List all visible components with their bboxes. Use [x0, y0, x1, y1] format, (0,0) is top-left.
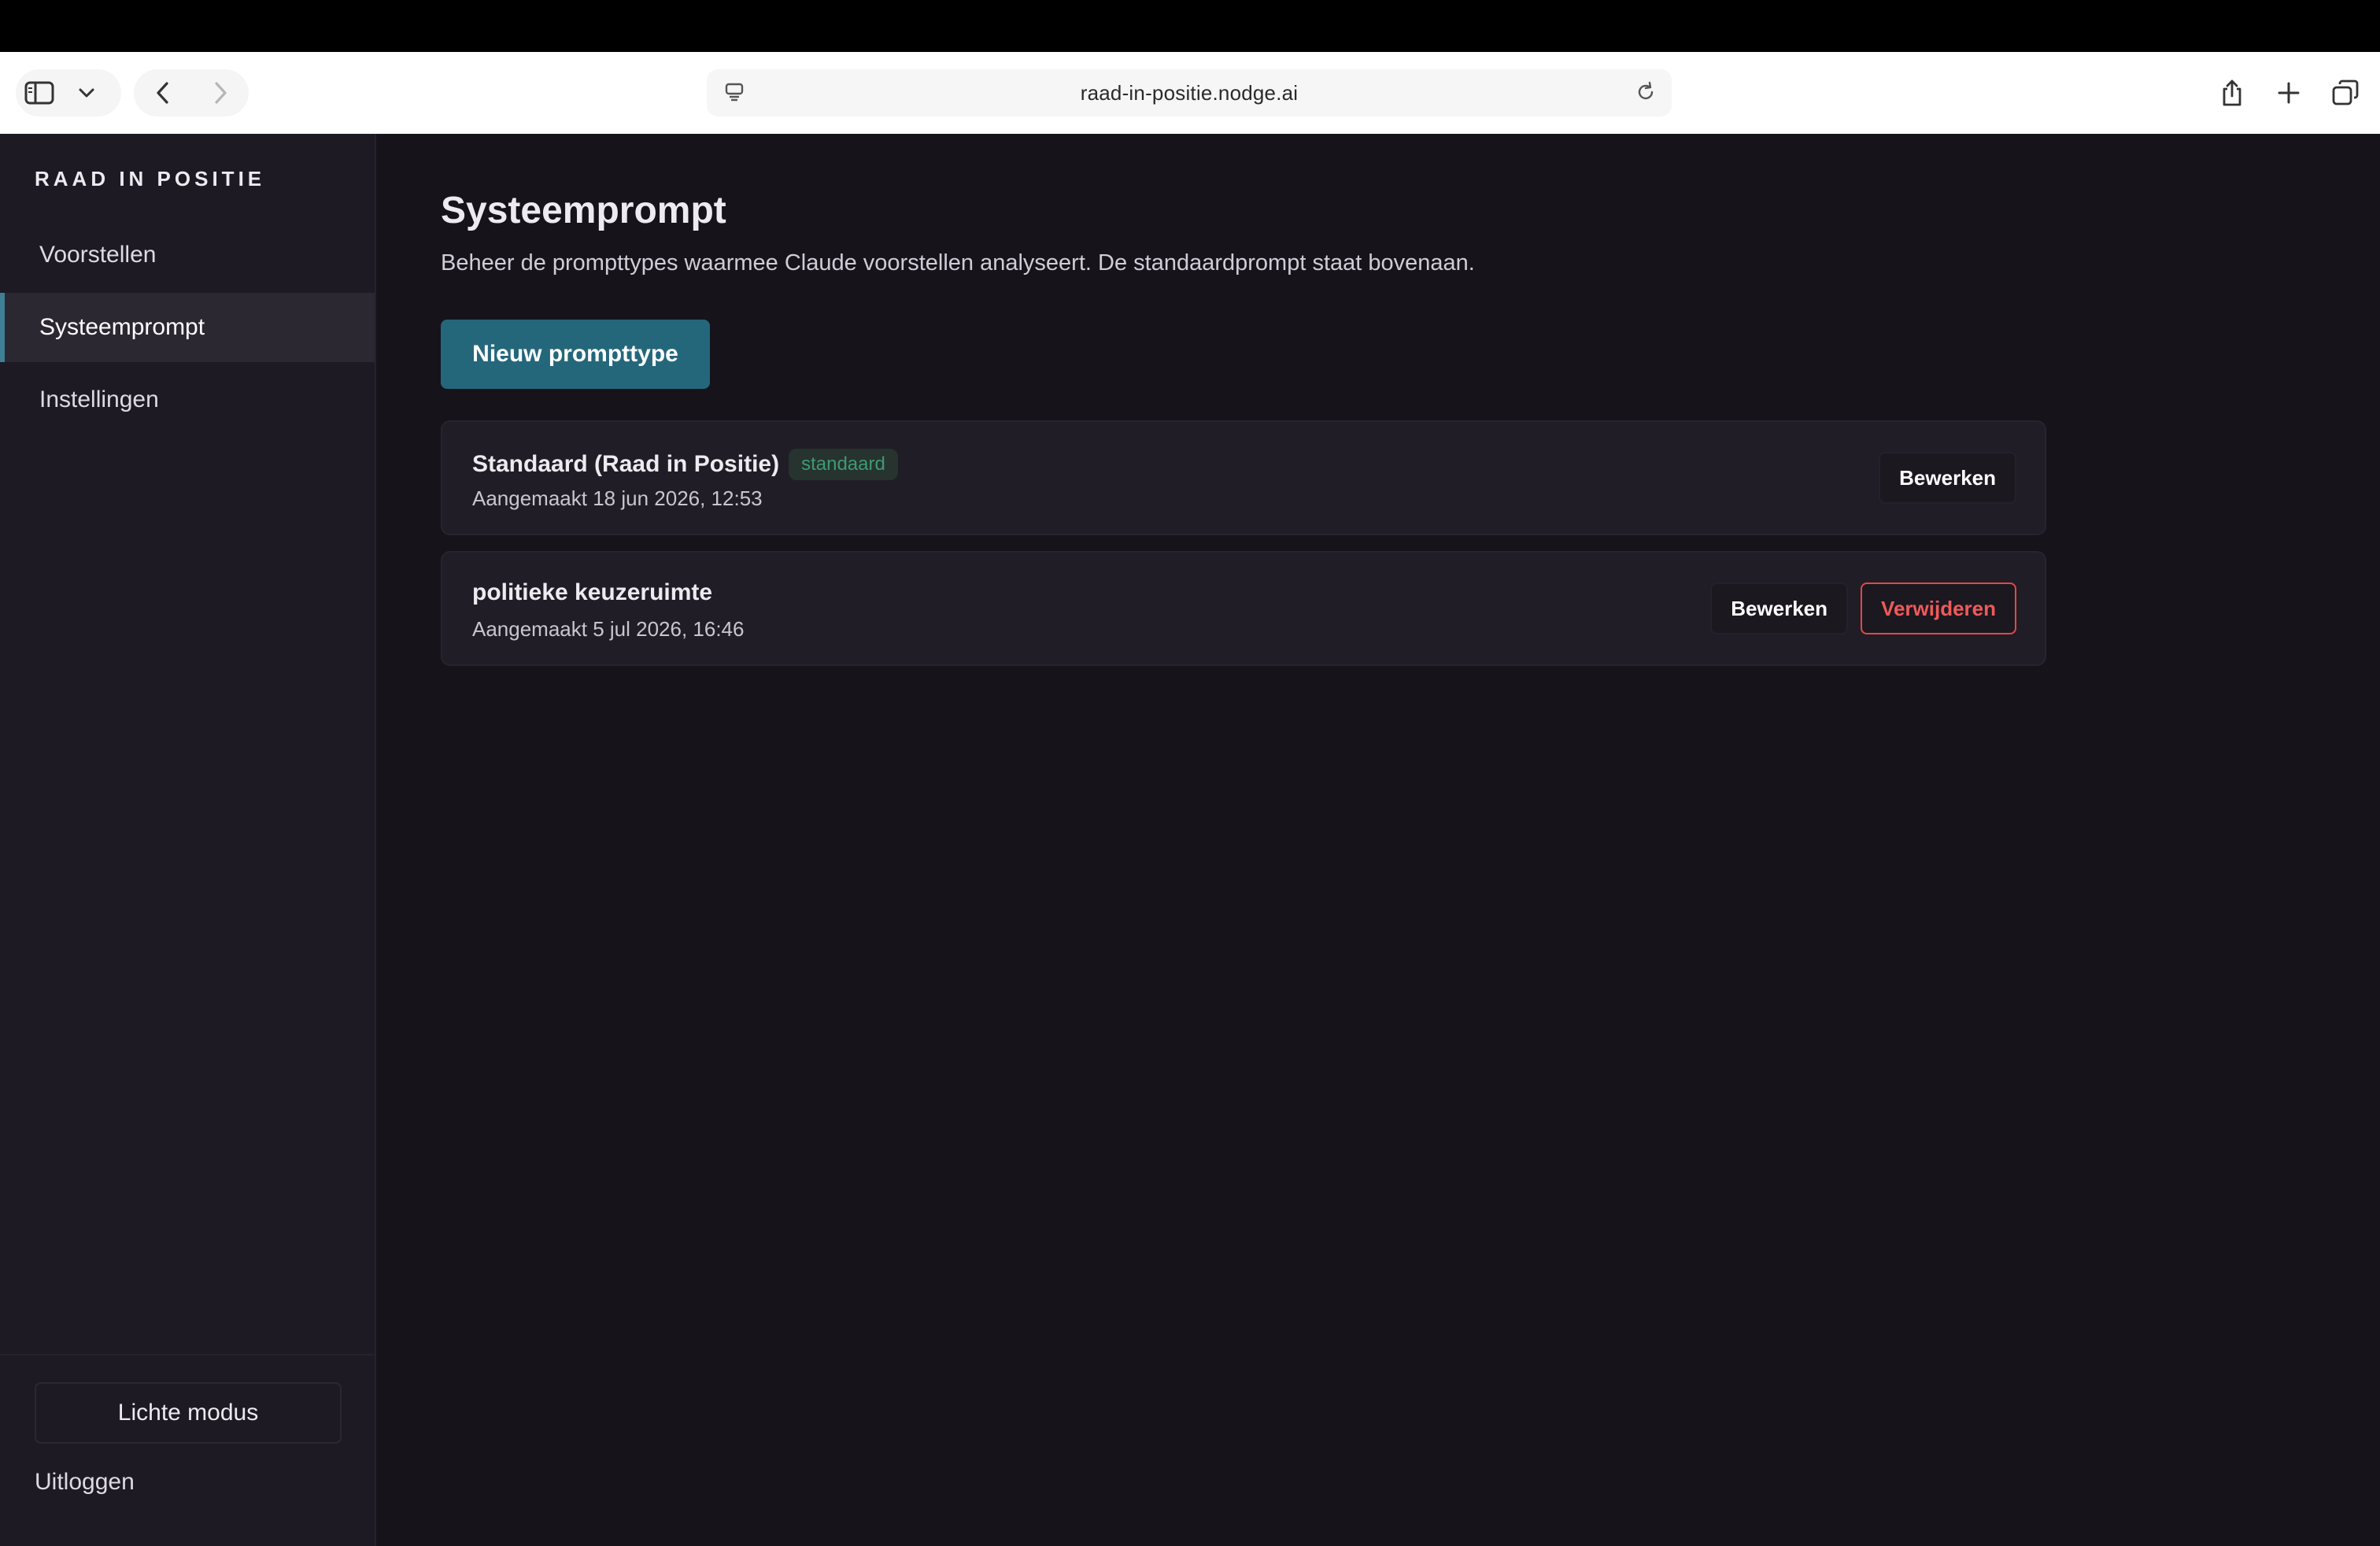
prompt-name: politieke keuzeruimte: [472, 579, 713, 605]
browser-toolbar: raad-in-positie.nodge.ai: [0, 52, 2380, 134]
edit-button[interactable]: Bewerken: [1710, 583, 1849, 634]
tab-overview-icon[interactable]: [2317, 69, 2374, 117]
new-tab-icon[interactable]: [2260, 69, 2317, 117]
theme-toggle-button[interactable]: Lichte modus: [35, 1382, 342, 1444]
page-description: Beheer de prompttypes waarmee Claude voo…: [441, 250, 1475, 276]
sidebar-item-systeemprompt[interactable]: Systeemprompt: [0, 293, 375, 362]
new-prompt-type-button[interactable]: Nieuw prompttype: [441, 320, 710, 389]
prompt-title: politieke keuzeruimte: [472, 579, 712, 606]
share-icon[interactable]: [2204, 69, 2260, 117]
page-title: Systeemprompt: [441, 190, 726, 231]
prompt-actions: Bewerken: [1879, 452, 2016, 504]
sidebar: RAAD IN POSITIE Voorstellen Systeempromp…: [0, 134, 376, 1546]
prompt-created-date: Aangemaakt 18 jun 2026, 12:53: [472, 486, 763, 510]
sidebar-item-instellingen[interactable]: Instellingen: [0, 365, 375, 435]
brand-logo: RAAD IN POSITIE: [35, 167, 266, 190]
delete-button[interactable]: Verwijderen: [1861, 583, 2016, 634]
system-menu-bar: [0, 0, 2380, 52]
page-settings-icon[interactable]: [722, 80, 746, 108]
sidebar-controls: [16, 69, 121, 117]
prompt-name: Standaard (Raad in Positie): [472, 451, 780, 477]
logout-link[interactable]: Uitloggen: [35, 1469, 135, 1496]
prompt-actions: Bewerken Verwijderen: [1710, 583, 2016, 634]
back-arrow-icon[interactable]: [134, 69, 191, 117]
sidebar-toggle-icon[interactable]: [16, 69, 63, 117]
address-bar[interactable]: raad-in-positie.nodge.ai: [707, 69, 1672, 117]
reload-icon[interactable]: [1634, 80, 1658, 108]
prompt-created-date: Aangemaakt 5 jul 2026, 16:46: [472, 617, 745, 641]
url-text: raad-in-positie.nodge.ai: [1080, 80, 1299, 105]
sidebar-nav: Voorstellen Systeemprompt Instellingen: [0, 220, 375, 438]
chevron-down-icon[interactable]: [63, 69, 110, 117]
prompt-title: Standaard (Raad in Positie) standaard: [472, 449, 898, 480]
forward-arrow-icon[interactable]: [191, 69, 249, 117]
default-badge: standaard: [789, 449, 898, 480]
prompt-card: Standaard (Raad in Positie) standaard Aa…: [441, 420, 2046, 535]
prompt-card: politieke keuzeruimte Aangemaakt 5 jul 2…: [441, 551, 2046, 666]
sidebar-footer: Lichte modus Uitloggen: [0, 1354, 375, 1546]
history-controls: [134, 69, 249, 117]
sidebar-item-voorstellen[interactable]: Voorstellen: [0, 220, 375, 290]
edit-button[interactable]: Bewerken: [1879, 452, 2016, 504]
browser-actions: [2204, 69, 2380, 117]
